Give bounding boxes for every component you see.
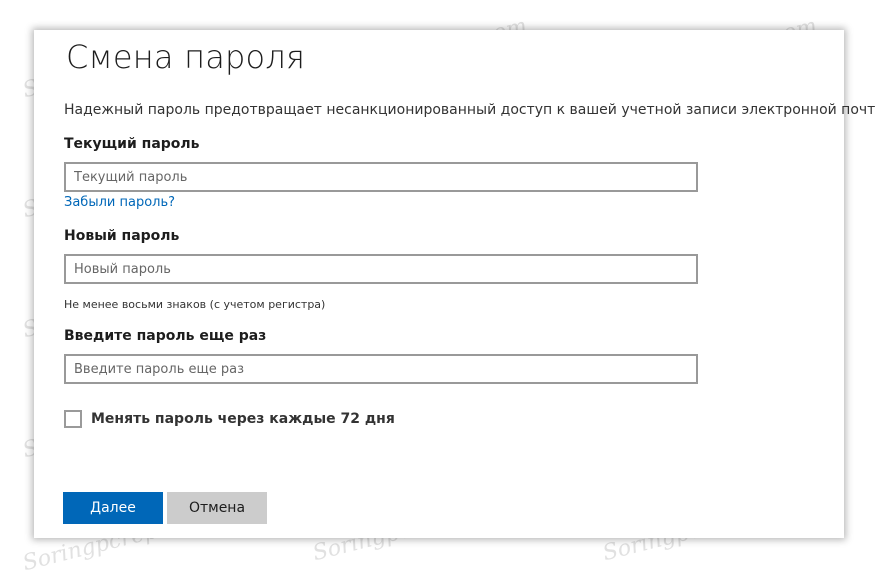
confirm-password-input[interactable] [64,354,698,384]
page-description: Надежный пароль предотвращает несанкцион… [64,102,876,118]
confirm-password-label: Введите пароль еще раз [64,328,267,344]
forgot-password-link[interactable]: Забыли пароль? [64,195,175,210]
password-hint: Не менее восьми знаков (с учетом регистр… [64,298,326,311]
cancel-button[interactable]: Отмена [167,492,267,524]
current-password-label: Текущий пароль [64,136,200,152]
rotate-password-checkbox[interactable] [64,410,82,428]
new-password-label: Новый пароль [64,228,180,244]
current-password-input[interactable] [64,162,698,192]
new-password-input[interactable] [64,254,698,284]
rotate-password-option[interactable]: Менять пароль через каждые 72 дня [64,408,395,430]
next-button[interactable]: Далее [63,492,163,524]
rotate-password-label[interactable]: Менять пароль через каждые 72 дня [91,411,395,427]
change-password-dialog: Смена пароля Надежный пароль предотвраща… [34,30,876,538]
page-title: Смена пароля [66,38,306,76]
